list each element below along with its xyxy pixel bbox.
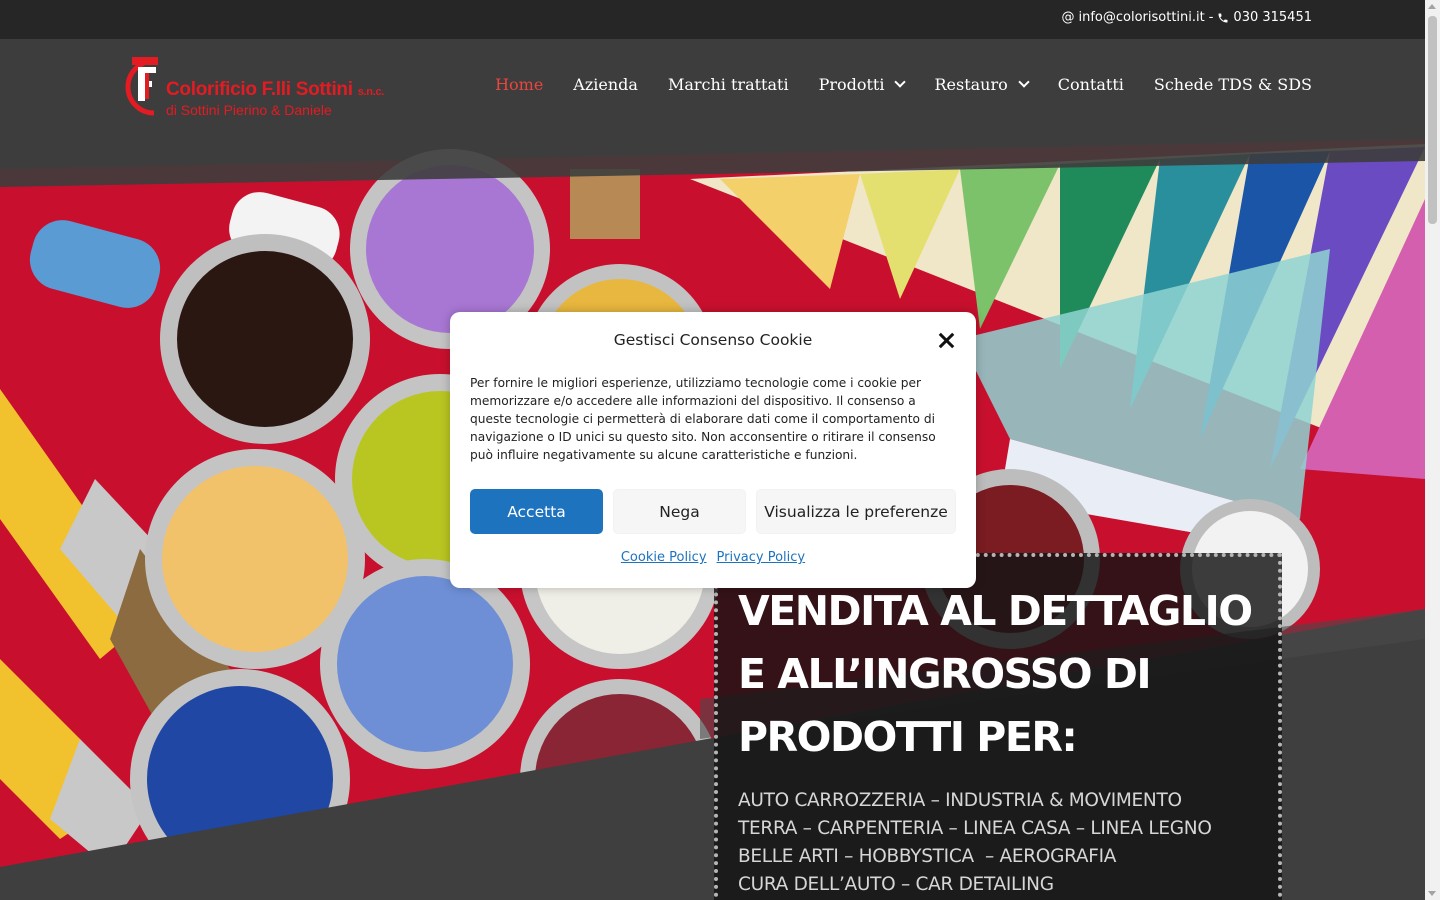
phone-link[interactable]: 030 315451	[1233, 10, 1312, 25]
hero-headline-line: VENDITA AL DETTAGLIO	[738, 587, 1253, 635]
accept-button[interactable]: Accetta	[470, 489, 603, 534]
hero-headline: VENDITA AL DETTAGLIO E ALL’INGROSSO DI P…	[738, 580, 1278, 769]
chevron-down-icon	[1018, 76, 1030, 88]
hero-subline-line: AUTO CARROZZERIA – INDUSTRIA & MOVIMENTO	[738, 790, 1182, 811]
scroll-up-arrow-icon[interactable]	[1428, 4, 1436, 9]
hero-subline-line: TERRA – CARPENTERIA – LINEA CASA – LINEA…	[738, 818, 1212, 839]
chevron-down-icon	[894, 76, 907, 88]
at-icon: @	[1061, 10, 1075, 25]
view-preferences-button[interactable]: Visualizza le preferenze	[756, 489, 956, 534]
contact-separator: -	[1208, 10, 1214, 25]
cookie-modal-links: Cookie Policy Privacy Policy	[450, 550, 976, 565]
main-nav: Home Azienda Marchi trattati Prodotti Re…	[495, 75, 1312, 94]
cookie-modal-title: Gestisci Consenso Cookie	[613, 331, 813, 349]
hero-subline: AUTO CARROZZERIA – INDUSTRIA & MOVIMENTO…	[738, 787, 1278, 899]
close-icon[interactable]	[936, 330, 956, 350]
nav-item-contatti[interactable]: Contatti	[1058, 75, 1124, 94]
scrollbar-thumb[interactable]	[1428, 16, 1437, 224]
nav-item-azienda[interactable]: Azienda	[573, 75, 638, 94]
email-link[interactable]: info@colorisottini.it	[1078, 10, 1204, 25]
scroll-down-arrow-icon[interactable]	[1428, 891, 1436, 896]
page-scrollbar[interactable]	[1425, 0, 1440, 900]
cookie-policy-link[interactable]: Cookie Policy	[621, 550, 707, 565]
hero-subline-line: BELLE ARTI – HOBBYSTICA – AEROGRAFIA	[738, 846, 1117, 867]
logo-name: Colorificio F.lli Sottini s.n.c.	[166, 79, 385, 100]
nav-item-marchi-trattati[interactable]: Marchi trattati	[668, 75, 789, 94]
nav-item-home[interactable]: Home	[495, 75, 543, 94]
privacy-policy-link[interactable]: Privacy Policy	[717, 550, 806, 565]
nav-item-schede-tds-sds[interactable]: Schede TDS & SDS	[1154, 75, 1312, 94]
logo-mark	[125, 57, 158, 116]
nav-item-prodotti[interactable]: Prodotti	[819, 75, 907, 94]
hero-headline-line: E ALL’INGROSSO DI	[738, 650, 1152, 698]
logo-owners: di Sottini Pierino & Daniele	[166, 102, 332, 118]
hero-headline-line: PRODOTTI PER:	[738, 713, 1078, 761]
top-bar: @ info@colorisottini.it - 030 315451	[0, 0, 1425, 39]
phone-icon	[1218, 13, 1228, 22]
contact-info: @ info@colorisottini.it - 030 315451	[1061, 10, 1312, 25]
nav-item-restauro[interactable]: Restauro	[934, 75, 1030, 94]
cookie-modal-text: Per fornire le migliori esperienze, util…	[470, 376, 936, 462]
cookie-consent-modal: Gestisci Consenso Cookie Per fornire le …	[450, 312, 976, 588]
site-header: Colorificio F.lli Sottini s.n.c. di Sott…	[0, 39, 1425, 139]
deny-button[interactable]: Nega	[613, 489, 746, 534]
site-logo[interactable]: Colorificio F.lli Sottini s.n.c. di Sott…	[114, 55, 414, 123]
hero-subline-line: CURA DELL’AUTO – CAR DETAILING	[738, 874, 1054, 895]
